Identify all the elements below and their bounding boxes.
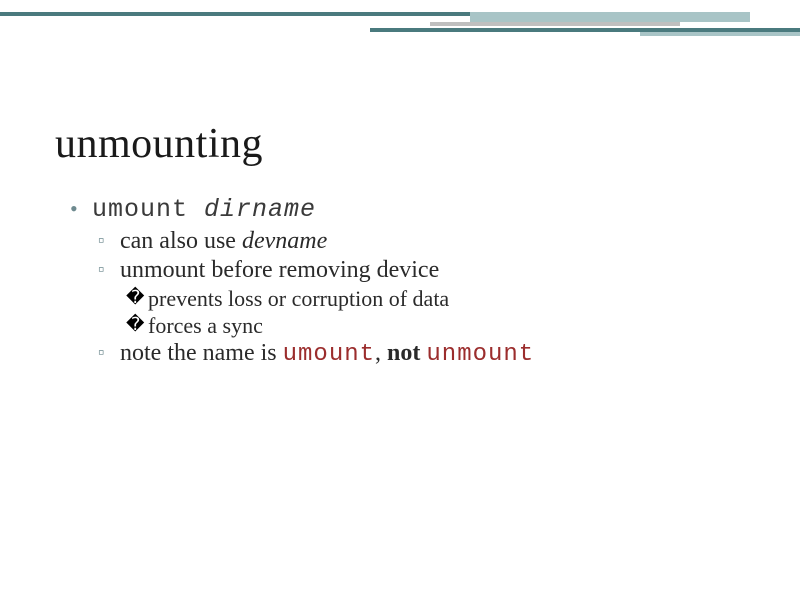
bullet-level3: prevents loss or corruption of data (70, 286, 740, 312)
command-arg: dirname (204, 195, 316, 224)
bullet-level2: can also use devname (70, 228, 740, 255)
text: prevents loss or corruption of data (148, 286, 449, 311)
not-text: not (387, 340, 420, 366)
umount-text: umount (283, 341, 375, 368)
decorative-top-border (0, 0, 800, 40)
text: forces a sync (148, 313, 263, 338)
slide-title: unmounting (55, 120, 263, 168)
text: , (375, 340, 387, 366)
bullet-level1: umount dirname (70, 195, 740, 224)
unmount-text: unmount (426, 341, 534, 368)
text: can also use (120, 228, 242, 254)
text: unmount before removing device (120, 257, 439, 283)
slide-content: umount dirname can also use devname unmo… (70, 195, 740, 370)
command-text: umount (92, 195, 204, 224)
devname-text: devname (242, 228, 327, 254)
bullet-level2: unmount before removing device (70, 257, 740, 284)
text: note the name is (120, 340, 283, 366)
bullet-level2: note the name is umount, not unmount (70, 340, 740, 368)
bullet-level3: forces a sync (70, 313, 740, 339)
